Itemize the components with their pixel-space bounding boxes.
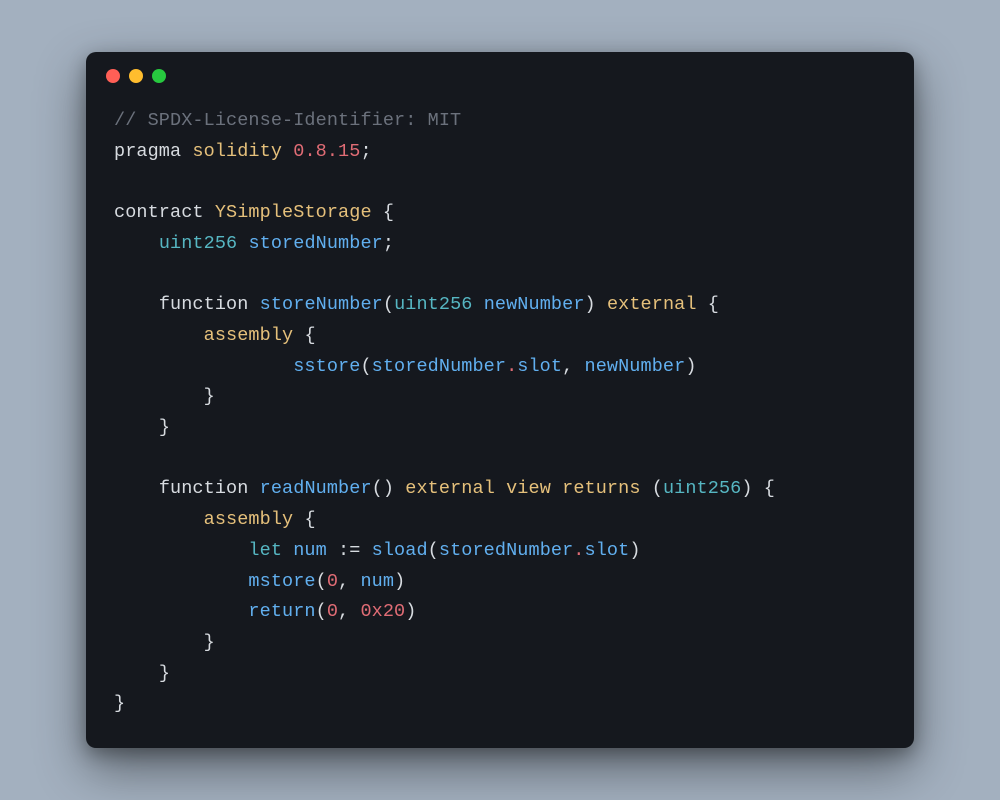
zero-literal: 0 [327,601,338,622]
zoom-icon[interactable] [152,69,166,83]
state-var-name: storedNumber [248,233,382,254]
num-var: num [293,540,327,561]
function-keyword: function [159,294,249,315]
mstore-arg2: num [360,571,394,592]
sstore-arg2: newNumber [585,356,686,377]
code-editor-window: // SPDX-License-Identifier: MIT pragma s… [86,52,914,748]
return-type: uint256 [663,478,741,499]
slot-owner: storedNumber [439,540,573,561]
return-call: return [248,601,315,622]
assembly-keyword: assembly [204,509,294,530]
code-content[interactable]: // SPDX-License-Identifier: MIT pragma s… [86,100,914,748]
assembly-keyword: assembly [204,325,294,346]
zero-literal: 0 [327,571,338,592]
minimize-icon[interactable] [129,69,143,83]
mstore-call: mstore [248,571,315,592]
read-function-name: readNumber [260,478,372,499]
slot-owner: storedNumber [372,356,506,377]
slot-prop: slot [585,540,630,561]
hex20-literal: 0x20 [360,601,405,622]
solidity-keyword: solidity [192,141,282,162]
state-var-type: uint256 [159,233,237,254]
window-titlebar [86,52,914,100]
function-keyword: function [159,478,249,499]
assign-op: := [338,540,360,561]
param-type: uint256 [394,294,472,315]
pragma-keyword: pragma [114,141,181,162]
contract-keyword: contract [114,202,204,223]
slot-prop: slot [517,356,562,377]
external-keyword: external [405,478,495,499]
returns-keyword: returns [562,478,640,499]
let-keyword: let [248,540,282,561]
solidity-version: 0.8.15 [293,141,360,162]
store-function-name: storeNumber [260,294,383,315]
view-keyword: view [506,478,551,499]
param-name: newNumber [484,294,585,315]
sstore-call: sstore [293,356,360,377]
license-comment: // SPDX-License-Identifier: MIT [114,110,461,131]
external-keyword: external [607,294,697,315]
close-icon[interactable] [106,69,120,83]
contract-name: YSimpleStorage [215,202,372,223]
sload-call: sload [372,540,428,561]
